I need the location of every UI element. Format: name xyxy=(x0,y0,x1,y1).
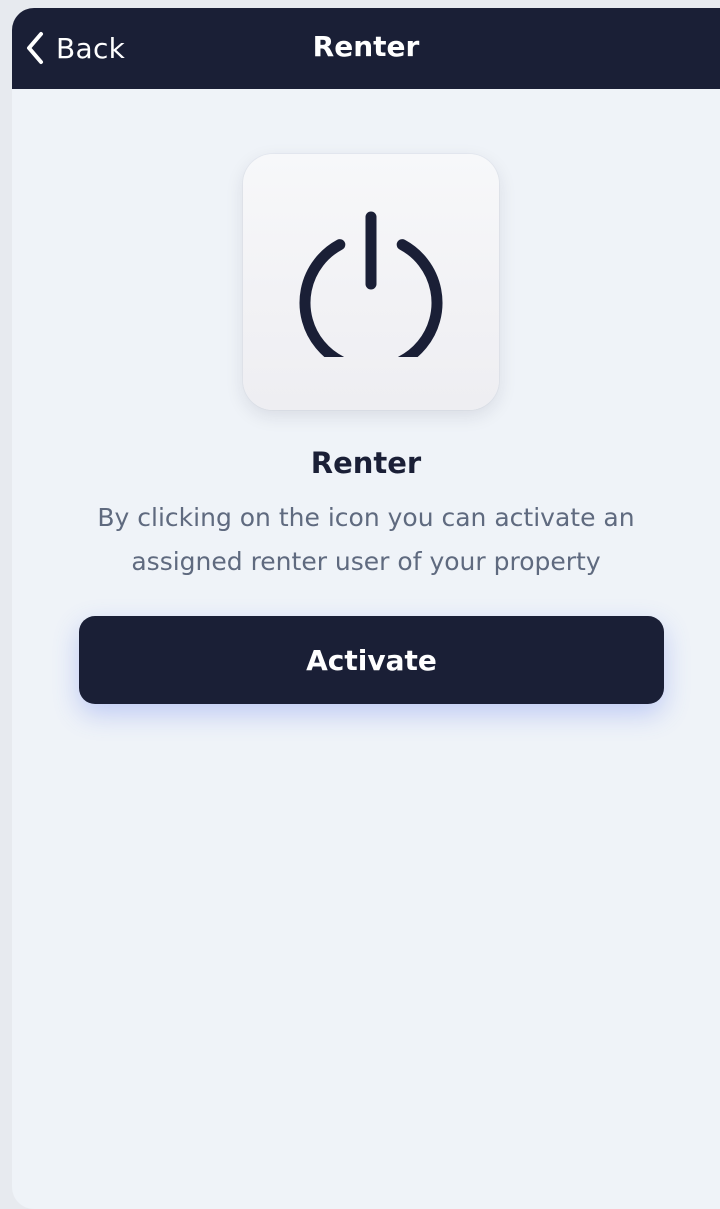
activate-renter-icon-button[interactable] xyxy=(243,154,499,410)
navigation-bar: Back Renter xyxy=(12,8,720,89)
description-text: By clicking on the icon you can activate… xyxy=(97,503,635,576)
power-icon xyxy=(299,211,443,357)
page-title: Renter xyxy=(312,30,420,63)
section-title: Renter xyxy=(310,446,422,480)
activate-button[interactable]: Activate xyxy=(79,616,664,704)
app-screen: Back Renter Renter By clicking on the ic… xyxy=(12,8,720,1209)
